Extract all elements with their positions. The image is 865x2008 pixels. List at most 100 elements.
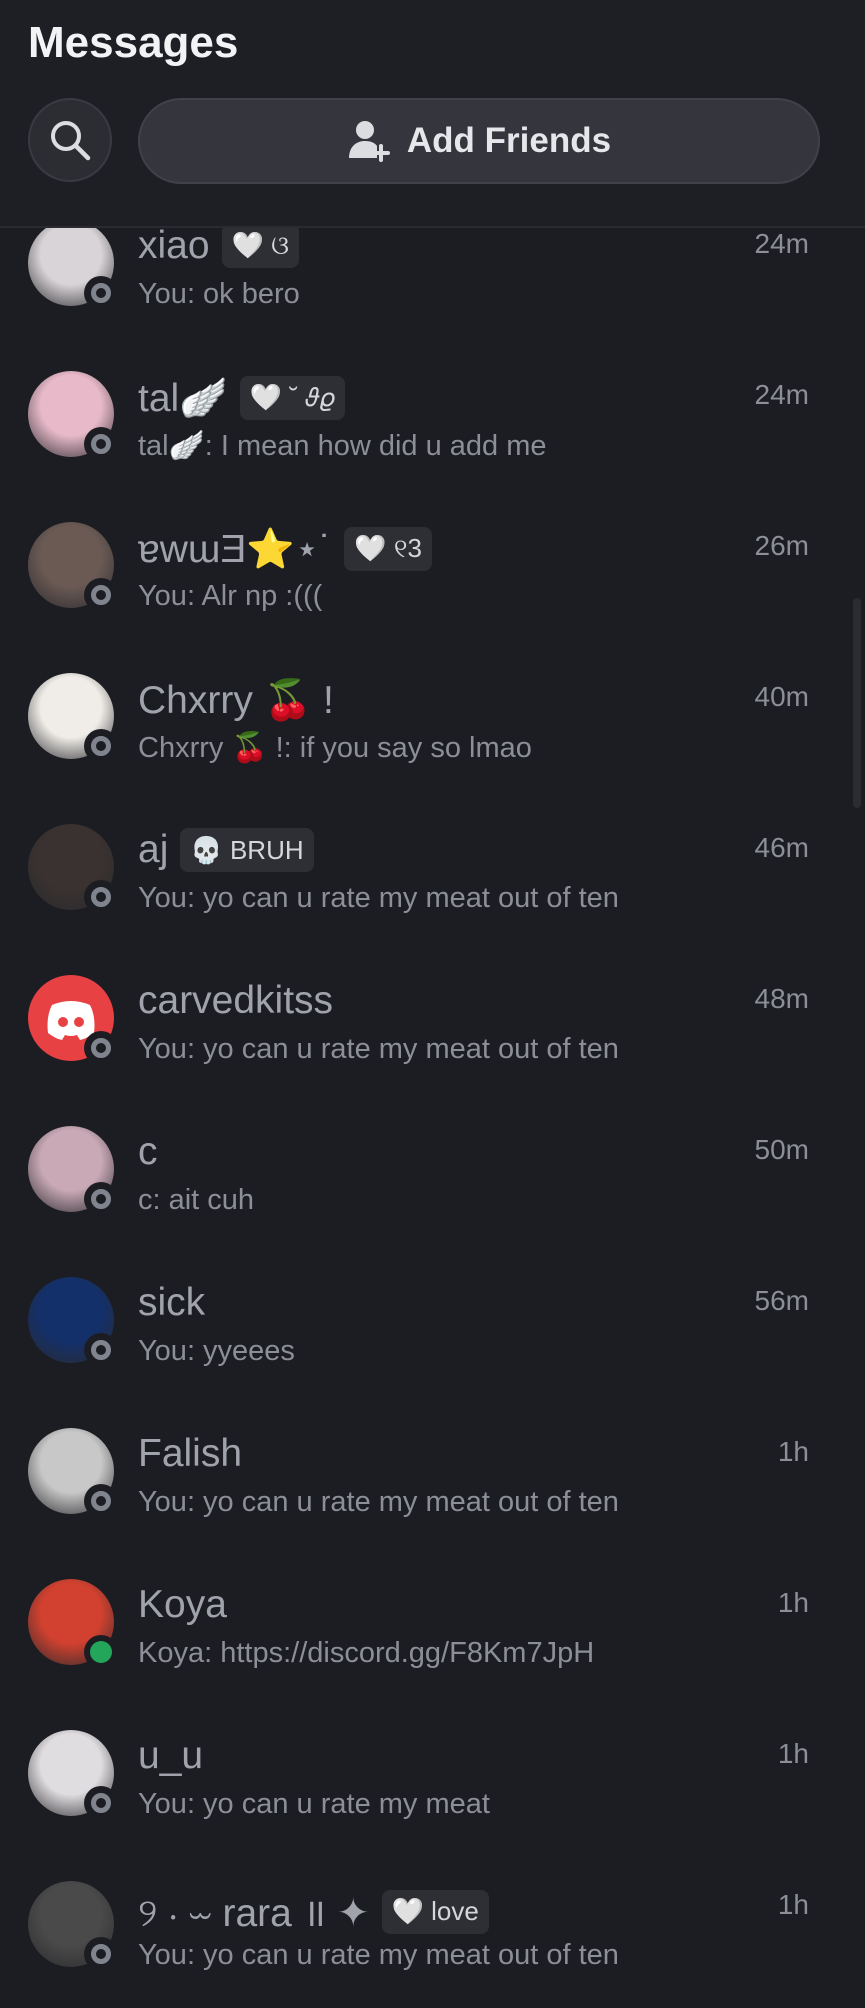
status-indicator: [84, 880, 118, 914]
status-indicator: [84, 729, 118, 763]
conversation-name: ୨ ‧ ⏖ rara ॥ ✦: [138, 1892, 370, 1935]
conversation-name: aj: [138, 828, 169, 871]
conversation-name-line: tal🪽 🤍 ˘ 𝜗𝜚: [138, 375, 345, 421]
offline-status-icon: [91, 887, 111, 907]
message-preview: Koya: https://discord.gg/F8Km7JpH: [138, 1637, 595, 1669]
conversation-name: ɐwɯƎ⭐⋆˙: [138, 528, 333, 571]
message-preview: You: ok bero: [138, 278, 300, 310]
offline-status-icon: [91, 585, 111, 605]
server-tag: 💀 BRUH: [180, 828, 314, 872]
conversation-row[interactable]: u_u You: yo can u rate my meat 1h: [0, 1710, 865, 1861]
timestamp: 46m: [754, 832, 809, 863]
offline-status-icon: [91, 1189, 111, 1209]
avatar[interactable]: [28, 824, 118, 914]
conversation-name: Falish: [138, 1432, 243, 1475]
conversation-name-line: Koya: [138, 1583, 227, 1627]
avatar[interactable]: [28, 371, 118, 461]
conversation-row[interactable]: c c: ait cuh 50m: [0, 1106, 865, 1257]
avatar[interactable]: [28, 673, 118, 763]
add-friends-label: Add Friends: [406, 121, 612, 160]
offline-status-icon: [91, 283, 111, 303]
conversation-row[interactable]: tal🪽 🤍 ˘ 𝜗𝜚 tal🪽: I mean how did u add m…: [0, 351, 865, 502]
conversation-name-line: Falish: [138, 1432, 242, 1476]
message-preview: c: ait cuh: [138, 1184, 255, 1216]
timestamp: 24m: [754, 379, 809, 410]
conversation-row[interactable]: ୨ ‧ ⏖ rara ॥ ✦ 🤍 love You: yo can u rate…: [0, 1861, 865, 2008]
avatar[interactable]: [28, 228, 118, 310]
conversation-row[interactable]: Chxrry 🍒 ! Chxrry 🍒 !: if you say so lma…: [0, 653, 865, 804]
conversation-row[interactable]: xiao 🤍 ଓ You: ok bero 24m: [0, 228, 865, 351]
message-preview: You: yyeees: [138, 1335, 295, 1367]
conversation-name: carvedkitss: [138, 979, 334, 1022]
avatar[interactable]: [28, 1428, 118, 1518]
search-button[interactable]: [28, 98, 112, 182]
offline-status-icon: [91, 1491, 111, 1511]
search-icon: [51, 121, 91, 161]
conversation-list[interactable]: xiao 🤍 ଓ You: ok bero 24m tal🪽 🤍 ˘ 𝜗𝜚 ta…: [0, 228, 865, 2008]
page-title: Messages: [28, 18, 239, 67]
conversation-name-line: ୨ ‧ ⏖ rara ॥ ✦ 🤍 love: [138, 1885, 489, 1938]
conversation-name-line: carvedkitss: [138, 979, 333, 1023]
avatar[interactable]: [28, 975, 118, 1065]
add-user-icon: [348, 121, 390, 162]
message-preview: tal🪽: I mean how did u add me: [138, 430, 547, 462]
message-preview: You: Alr np :(((: [138, 580, 323, 612]
status-indicator: [84, 1937, 118, 1971]
conversation-name: u_u: [138, 1734, 204, 1777]
conversation-row[interactable]: sick You: yyeees 56m: [0, 1257, 865, 1408]
online-status-icon: [90, 1641, 112, 1663]
conversation-name: c: [138, 1130, 158, 1173]
add-friends-button[interactable]: Add Friends: [138, 98, 820, 184]
timestamp: 56m: [754, 1285, 809, 1316]
conversation-row[interactable]: Koya Koya: https://discord.gg/F8Km7JpH 1…: [0, 1559, 865, 1710]
conversation-name: Chxrry 🍒 !: [138, 679, 334, 722]
timestamp: 1h: [777, 1889, 809, 1920]
server-tag: 🤍 ୧3: [344, 527, 432, 571]
offline-status-icon: [91, 1340, 111, 1360]
server-tag: 🤍 love: [381, 1889, 489, 1934]
conversation-name: sick: [138, 1281, 206, 1324]
avatar[interactable]: [28, 1277, 118, 1367]
conversation-name-line: c: [138, 1130, 158, 1174]
status-indicator: [84, 427, 118, 461]
avatar[interactable]: [28, 1126, 118, 1216]
avatar[interactable]: [28, 1881, 118, 1971]
status-indicator: [84, 1786, 118, 1820]
avatar[interactable]: [28, 1730, 118, 1820]
message-preview: You: yo can u rate my meat: [138, 1788, 490, 1820]
conversation-row[interactable]: aj 💀 BRUH You: yo can u rate my meat out…: [0, 804, 865, 955]
conversation-name: Koya: [138, 1583, 227, 1626]
message-preview: You: yo can u rate my meat out of ten: [138, 1939, 619, 1971]
timestamp: 1h: [777, 1738, 809, 1769]
conversation-name-line: aj 💀 BRUH: [138, 828, 314, 872]
conversation-row[interactable]: carvedkitss You: yo can u rate my meat o…: [0, 955, 865, 1106]
offline-status-icon: [91, 736, 111, 756]
message-preview: Chxrry 🍒 !: if you say so lmao: [138, 732, 532, 764]
conversation-name-line: xiao 🤍 ଓ: [138, 228, 300, 268]
conversation-name: tal🪽: [138, 377, 228, 420]
timestamp: 48m: [754, 983, 809, 1014]
avatar[interactable]: [28, 1579, 118, 1669]
message-preview: You: yo can u rate my meat out of ten: [138, 1486, 619, 1518]
status-indicator: [84, 1635, 118, 1669]
message-preview: You: yo can u rate my meat out of ten: [138, 1033, 619, 1065]
conversation-name-line: u_u: [138, 1734, 203, 1778]
offline-status-icon: [91, 1038, 111, 1058]
status-indicator: [84, 276, 118, 310]
status-indicator: [84, 1484, 118, 1518]
avatar[interactable]: [28, 522, 118, 612]
status-indicator: [84, 1031, 118, 1065]
timestamp: 50m: [754, 1134, 809, 1165]
message-preview: You: yo can u rate my meat out of ten: [138, 882, 619, 914]
conversation-row[interactable]: ɐwɯƎ⭐⋆˙ 🤍 ୧3 You: Alr np :((( 26m: [0, 502, 865, 653]
timestamp: 24m: [754, 228, 809, 259]
offline-status-icon: [91, 1944, 111, 1964]
conversation-name-line: sick: [138, 1281, 205, 1325]
timestamp: 1h: [777, 1436, 809, 1467]
server-tag: 🤍 ˘ 𝜗𝜚: [239, 376, 345, 420]
conversation-name: xiao: [138, 228, 210, 267]
conversation-name-line: ɐwɯƎ⭐⋆˙ 🤍 ୧3: [138, 526, 432, 572]
status-indicator: [84, 1333, 118, 1367]
conversation-row[interactable]: Falish You: yo can u rate my meat out of…: [0, 1408, 865, 1559]
timestamp: 1h: [777, 1587, 809, 1618]
